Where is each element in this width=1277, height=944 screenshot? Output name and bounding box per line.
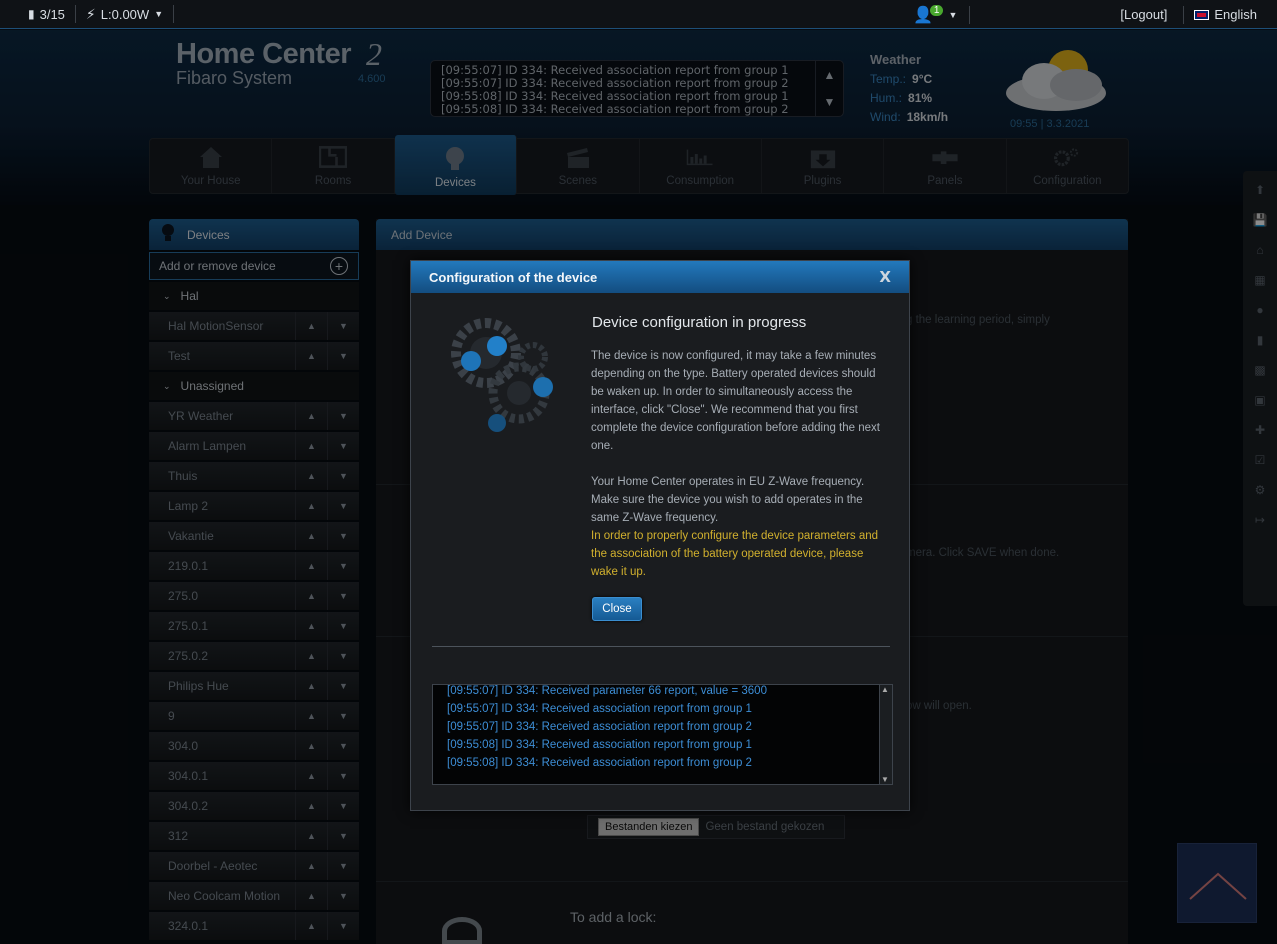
dialog-heading: Device configuration in progress — [592, 314, 807, 331]
log-line: [09:55:07] ID 334: Received parameter 66… — [447, 685, 767, 697]
divider — [432, 646, 890, 647]
user-badge: 1 — [929, 5, 944, 16]
language-label: English — [1214, 7, 1257, 22]
power-indicator[interactable]: ⚡ L:0.00W ▼ — [76, 5, 175, 23]
lightning-icon: ⚡ — [85, 5, 96, 22]
user-menu[interactable]: 👤 1 ▼ — [903, 5, 971, 24]
chevron-down-icon: ▼ — [948, 9, 958, 20]
close-icon[interactable]: X — [879, 268, 891, 286]
scenes-counter[interactable]: ▮ 3/15 — [0, 5, 76, 23]
dialog-body: The device is now configured, it may tak… — [591, 347, 881, 581]
logout-label: [Logout] — [1120, 7, 1168, 22]
scroll-up-icon[interactable]: ▲ — [881, 685, 889, 694]
close-button[interactable]: Close — [592, 597, 642, 621]
dialog-header: Configuration of the device X — [411, 261, 909, 293]
log-line: [09:55:07] ID 334: Received association … — [447, 721, 752, 733]
scroll-down-icon[interactable]: ▼ — [881, 775, 889, 784]
configuration-log[interactable]: [09:55:07] ID 334: Received parameter 66… — [432, 684, 893, 785]
dialog-paragraph: Your Home Center operates in EU Z-Wave f… — [591, 476, 865, 524]
log-line: [09:55:08] ID 334: Received association … — [447, 757, 752, 769]
device-configuration-dialog: Configuration of the device X Device con… — [410, 260, 910, 811]
clapperboard-icon: ▮ — [28, 7, 35, 21]
dialog-paragraph: The device is now configured, it may tak… — [591, 350, 880, 452]
log-line: [09:55:07] ID 334: Received association … — [447, 703, 752, 715]
log-line: [09:55:08] ID 334: Received association … — [447, 739, 752, 751]
logout-link[interactable]: [Logout] — [970, 6, 1183, 24]
dialog-title: Configuration of the device — [429, 269, 598, 285]
chevron-down-icon: ▼ — [154, 9, 164, 19]
language-selector[interactable]: English — [1183, 5, 1277, 24]
gears-illustration — [451, 318, 553, 432]
power-value: L:0.00W — [100, 6, 150, 22]
top-bar: ▮ 3/15 ⚡ L:0.00W ▼ 👤 1 ▼ [Logout] Englis… — [0, 0, 1277, 29]
wake-up-warning: In order to properly configure the devic… — [591, 530, 879, 578]
scenes-count: 3/15 — [39, 6, 65, 22]
log-scrollbar[interactable]: ▲ ▼ — [879, 685, 892, 784]
uk-flag-icon — [1194, 9, 1210, 20]
